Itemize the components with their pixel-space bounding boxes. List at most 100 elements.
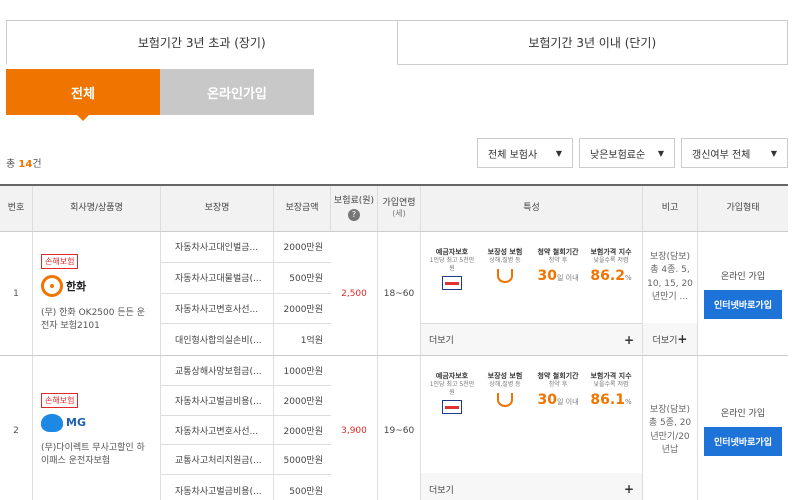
- online-join-button[interactable]: 인터넷바로가입: [704, 289, 782, 319]
- join-type: 온라인 가입: [720, 271, 766, 282]
- category-badge: 손해보험: [41, 253, 79, 269]
- price-index-value: 86.2: [590, 267, 625, 284]
- coverage-name: 교통사고처리지원금(...: [161, 445, 274, 475]
- period-tabs: 보험기간 3년 초과 (장기) 보험기간 3년 이내 (단기): [6, 20, 788, 65]
- join-cell: 온라인 가입 인터넷바로가입: [698, 356, 788, 500]
- product-cell: 손해보험 MG (무)다이렉트 무사고할인 하이패스 운전자보험: [33, 356, 161, 500]
- tab-long-term[interactable]: 보험기간 3년 초과 (장기): [6, 20, 398, 65]
- feature-icons: 예금자보호 1인당 최고 5천만원 보장성 보험 상해,질병 등 청약 철회기간…: [421, 232, 642, 323]
- coverage-list: 교통상해사망보험금(... 1000만원 자동차사고벌금비용(... 2000만원 …: [161, 356, 331, 500]
- coverage-row: 자동차사고벌금비용(... 2000만원: [161, 385, 331, 416]
- more-note-button[interactable]: 더보기 +: [643, 323, 697, 355]
- coverage-amount: 2000만원: [283, 304, 323, 315]
- feature-sub: 1인당 최고 5천만원: [429, 381, 475, 396]
- withdrawal-days: 30일 이내: [537, 392, 578, 408]
- coverage-name: 자동차사고대인벌금...: [161, 232, 274, 262]
- feature-title: 예금자보호: [435, 248, 469, 256]
- bowl-icon: [497, 268, 513, 283]
- plus-icon: +: [623, 482, 634, 497]
- row-number: 1: [0, 232, 33, 355]
- sort-label: 낮은보험료순: [590, 149, 646, 161]
- feature-title: 보험가격 지수: [590, 372, 632, 380]
- feature-deposit-protection: 예금자보호 1인당 최고 5천만원: [427, 248, 477, 323]
- join-type-tabs: 전체 온라인가입: [6, 69, 314, 121]
- withdrawal-unit: 일 이내: [556, 397, 579, 406]
- feature-sub: 상해,질병 등: [489, 257, 521, 265]
- feature-sub: 낮을수록 저렴: [593, 381, 629, 389]
- coverage-name: 교통상해사망보험금(...: [161, 356, 274, 385]
- join-cell: 온라인 가입 인터넷바로가입: [698, 232, 788, 355]
- company-logo: MG: [41, 413, 86, 432]
- online-join-button[interactable]: 인터넷바로가입: [704, 426, 782, 456]
- sort-select[interactable]: 낮은보험료순 ▼: [579, 138, 675, 168]
- feature-sub: 청약 후: [548, 381, 568, 389]
- deposit-protection-icon: [442, 275, 462, 290]
- header-age: 가입연령 (세): [378, 186, 421, 231]
- help-icon[interactable]: ?: [348, 209, 360, 222]
- feature-title: 보장성 보험: [487, 248, 523, 256]
- coverage-amount: 2000만원: [283, 396, 323, 407]
- coverage-row: 대인형사합의실손비(... 1억원: [161, 324, 331, 355]
- coverage-row: 자동차사고대인벌금... 2000만원: [161, 232, 331, 263]
- caret-down-icon: ▼: [555, 148, 562, 158]
- feature-coverage-type: 보장성 보험 상해,질병 등: [480, 248, 530, 323]
- header-age-label: 가입연령: [382, 197, 416, 208]
- company-logo: 한화: [41, 274, 87, 297]
- coverage-name: 자동차사고벌금비용(...: [161, 475, 274, 500]
- insurer-filter-select[interactable]: 전체 보험사 ▼: [477, 138, 573, 168]
- header-no: 번호: [0, 186, 33, 231]
- feature-icons: 예금자보호 1인당 최고 5천만원 보장성 보험 상해,질병 등 청약 철회기간…: [421, 356, 642, 473]
- coverage-name: 자동차사고변호사선...: [161, 415, 274, 445]
- product-table: 번호 회사명/상품명 보장명 보장금액 보험료(원) ? 가입연령 (세) 특성…: [0, 184, 788, 500]
- feature-title: 보험가격 지수: [590, 248, 632, 256]
- age-range: 18~60: [378, 232, 421, 355]
- feature-sub: 낮을수록 저렴: [593, 257, 629, 265]
- withdrawal-value: 30: [537, 267, 557, 284]
- more-features-button[interactable]: 더보기 +: [421, 323, 642, 355]
- coverage-name: 자동차사고벌금비용(...: [161, 385, 274, 415]
- header-coverage: 보장명: [161, 186, 274, 231]
- coverage-amount: 2000만원: [283, 426, 323, 437]
- total-prefix: 총: [6, 159, 16, 170]
- product-cell: 손해보험 한화 (무) 한화 OK2500 든든 운전자 보험2101: [33, 232, 161, 355]
- renewal-filter-label: 갱신여부 전체: [692, 149, 751, 161]
- header-premium: 보험료(원) ?: [331, 186, 378, 231]
- header-note: 비고: [643, 186, 698, 231]
- feature-price-index: 보험가격 지수 낮을수록 저렴 86.1%: [586, 372, 636, 473]
- header-premium-label: 보험료(원): [333, 195, 375, 206]
- feature-withdrawal-period: 청약 철회기간 청약 후 30일 이내: [533, 372, 583, 473]
- note-text: 보장(담보) 총 4종. 5, 10, 15, 20년만기 ...: [647, 251, 693, 303]
- coverage-amount: 1000만원: [283, 366, 323, 377]
- withdrawal-days: 30일 이내: [537, 268, 578, 284]
- tab-short-term[interactable]: 보험기간 3년 이내 (단기): [397, 20, 788, 65]
- company-short-name: 한화: [66, 279, 87, 293]
- feature-deposit-protection: 예금자보호 1인당 최고 5천만원: [427, 372, 477, 473]
- more-features-button[interactable]: 더보기 +: [421, 473, 642, 500]
- coverage-row: 교통상해사망보험금(... 1000만원: [161, 356, 331, 386]
- deposit-protection-icon: [442, 399, 462, 414]
- feature-withdrawal-period: 청약 철회기간 청약 후 30일 이내: [533, 248, 583, 323]
- more-label: 더보기: [429, 336, 454, 347]
- coverage-row: 자동차사고변호사선... 2000만원: [161, 415, 331, 446]
- filter-bar: 전체 보험사 ▼ 낮은보험료순 ▼ 갱신여부 전체 ▼: [477, 138, 788, 168]
- feature-sub: 상해,질병 등: [489, 381, 521, 389]
- total-suffix: 건: [32, 159, 42, 170]
- product-name-link[interactable]: (무) 한화 OK2500 든든 운전자 보험2101: [41, 307, 152, 334]
- category-badge: 손해보험: [41, 392, 79, 408]
- renewal-filter-select[interactable]: 갱신여부 전체 ▼: [681, 138, 788, 168]
- table-row: 1 손해보험 한화 (무) 한화 OK2500 든든 운전자 보험2101 자동…: [0, 232, 788, 356]
- coverage-list: 자동차사고대인벌금... 2000만원 자동차사고대물벌금(... 500만원 자동…: [161, 232, 331, 355]
- age-range: 19~60: [378, 356, 421, 500]
- feature-sub: 청약 후: [548, 257, 568, 265]
- withdrawal-unit: 일 이내: [556, 273, 579, 282]
- product-name-link[interactable]: (무)다이렉트 무사고할인 하이패스 운전자보험: [41, 442, 152, 469]
- mg-logo-icon: [41, 413, 63, 432]
- header-name: 회사명/상품명: [33, 186, 161, 231]
- total-number: 14: [18, 159, 33, 170]
- header-join: 가입형태: [726, 202, 760, 213]
- premium-value: 2,500: [331, 232, 378, 355]
- features-cell: 예금자보호 1인당 최고 5천만원 보장성 보험 상해,질병 등 청약 철회기간…: [421, 232, 643, 355]
- feature-title: 청약 철회기간: [537, 372, 579, 380]
- tab-online-join[interactable]: 온라인가입: [160, 69, 314, 115]
- tab-all[interactable]: 전체: [6, 69, 160, 121]
